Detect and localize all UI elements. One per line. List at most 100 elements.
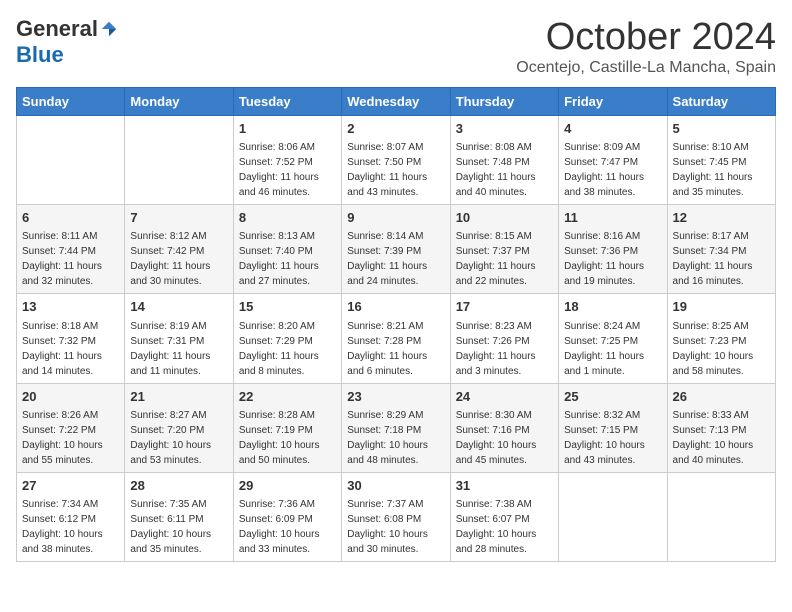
day-number: 1 xyxy=(239,120,336,138)
calendar-cell: 30 Sunrise: 7:37 AM Sunset: 6:08 PM Dayli… xyxy=(342,472,450,561)
day-number: 30 xyxy=(347,477,444,495)
calendar-cell: 28Sunrise: 7:35 AM Sunset: 6:11 PM Dayli… xyxy=(125,472,233,561)
calendar-table: SundayMondayTuesdayWednesdayThursdayFrid… xyxy=(16,87,776,562)
calendar-cell: 18 Sunrise: 8:24 AM Sunset: 7:25 PM Dayli… xyxy=(559,294,667,383)
day-number: 27 xyxy=(22,477,119,495)
weekday-row: SundayMondayTuesdayWednesdayThursdayFrid… xyxy=(17,88,776,116)
week-row-3: 13 Sunrise: 8:18 AM Sunset: 7:32 PM Dayli… xyxy=(17,294,776,383)
calendar-cell xyxy=(17,116,125,205)
day-number: 23 xyxy=(347,388,444,406)
calendar-cell: 9 Sunrise: 8:14 AM Sunset: 7:39 PM Daylig… xyxy=(342,205,450,294)
weekday-header-tuesday: Tuesday xyxy=(233,88,341,116)
day-info: Sunrise: 8:15 AM Sunset: 7:37 PM Dayligh… xyxy=(456,231,539,287)
day-number: 12 xyxy=(673,209,770,227)
day-info: Sunrise: 8:08 AM Sunset: 7:48 PM Dayligh… xyxy=(456,142,539,198)
day-info: Sunrise: 8:20 AM Sunset: 7:29 PM Dayligh… xyxy=(239,321,322,377)
calendar-cell: 5 Sunrise: 8:10 AM Sunset: 7:45 PM Daylig… xyxy=(667,116,775,205)
calendar-cell: 11Sunrise: 8:16 AM Sunset: 7:36 PM Dayli… xyxy=(559,205,667,294)
calendar-cell: 27 Sunrise: 7:34 AM Sunset: 6:12 PM Dayli… xyxy=(17,472,125,561)
day-info: Sunrise: 7:34 AM Sunset: 6:12 PM Dayligh… xyxy=(22,499,105,555)
calendar-cell: 3Sunrise: 8:08 AM Sunset: 7:48 PM Daylig… xyxy=(450,116,558,205)
day-number: 5 xyxy=(673,120,770,138)
calendar-cell xyxy=(667,472,775,561)
weekday-header-friday: Friday xyxy=(559,88,667,116)
weekday-header-monday: Monday xyxy=(125,88,233,116)
calendar-cell: 20Sunrise: 8:26 AM Sunset: 7:22 PM Dayli… xyxy=(17,383,125,472)
calendar-cell: 22 Sunrise: 8:28 AM Sunset: 7:19 PM Dayli… xyxy=(233,383,341,472)
header: General Blue October 2024 Ocentejo, Cast… xyxy=(16,16,776,77)
day-number: 10 xyxy=(456,209,553,227)
day-info: Sunrise: 8:26 AM Sunset: 7:22 PM Dayligh… xyxy=(22,410,105,466)
week-row-1: 1 Sunrise: 8:06 AM Sunset: 7:52 PM Daylig… xyxy=(17,116,776,205)
calendar-cell: 25Sunrise: 8:32 AM Sunset: 7:15 PM Dayli… xyxy=(559,383,667,472)
calendar-cell: 24 Sunrise: 8:30 AM Sunset: 7:16 PM Dayli… xyxy=(450,383,558,472)
logo-general-text: General xyxy=(16,16,98,42)
title-area: October 2024 Ocentejo, Castille-La Manch… xyxy=(516,16,776,77)
day-number: 11 xyxy=(564,209,661,227)
day-number: 16 xyxy=(347,298,444,316)
logo-blue-text: Blue xyxy=(16,42,64,68)
weekday-header-sunday: Sunday xyxy=(17,88,125,116)
calendar-cell: 29 Sunrise: 7:36 AM Sunset: 6:09 PM Dayli… xyxy=(233,472,341,561)
calendar-cell: 19 Sunrise: 8:25 AM Sunset: 7:23 PM Dayli… xyxy=(667,294,775,383)
calendar-cell: 10 Sunrise: 8:15 AM Sunset: 7:37 PM Dayli… xyxy=(450,205,558,294)
weekday-header-wednesday: Wednesday xyxy=(342,88,450,116)
day-info: Sunrise: 8:23 AM Sunset: 7:26 PM Dayligh… xyxy=(456,321,539,377)
day-number: 19 xyxy=(673,298,770,316)
week-row-4: 20Sunrise: 8:26 AM Sunset: 7:22 PM Dayli… xyxy=(17,383,776,472)
calendar-cell: 8 Sunrise: 8:13 AM Sunset: 7:40 PM Daylig… xyxy=(233,205,341,294)
day-info: Sunrise: 8:10 AM Sunset: 7:45 PM Dayligh… xyxy=(673,142,756,198)
logo: General Blue xyxy=(16,16,118,68)
day-number: 9 xyxy=(347,209,444,227)
calendar-cell xyxy=(125,116,233,205)
weekday-header-saturday: Saturday xyxy=(667,88,775,116)
logo-icon xyxy=(100,20,118,38)
day-info: Sunrise: 8:09 AM Sunset: 7:47 PM Dayligh… xyxy=(564,142,647,198)
day-info: Sunrise: 8:24 AM Sunset: 7:25 PM Dayligh… xyxy=(564,321,647,377)
day-info: Sunrise: 7:36 AM Sunset: 6:09 PM Dayligh… xyxy=(239,499,322,555)
calendar-cell: 15Sunrise: 8:20 AM Sunset: 7:29 PM Dayli… xyxy=(233,294,341,383)
calendar-cell: 1 Sunrise: 8:06 AM Sunset: 7:52 PM Daylig… xyxy=(233,116,341,205)
day-info: Sunrise: 8:14 AM Sunset: 7:39 PM Dayligh… xyxy=(347,231,430,287)
day-info: Sunrise: 8:13 AM Sunset: 7:40 PM Dayligh… xyxy=(239,231,322,287)
day-info: Sunrise: 8:30 AM Sunset: 7:16 PM Dayligh… xyxy=(456,410,539,466)
day-info: Sunrise: 8:06 AM Sunset: 7:52 PM Dayligh… xyxy=(239,142,322,198)
day-number: 29 xyxy=(239,477,336,495)
day-number: 25 xyxy=(564,388,661,406)
calendar-cell: 26 Sunrise: 8:33 AM Sunset: 7:13 PM Dayli… xyxy=(667,383,775,472)
calendar-cell: 4 Sunrise: 8:09 AM Sunset: 7:47 PM Daylig… xyxy=(559,116,667,205)
day-info: Sunrise: 8:18 AM Sunset: 7:32 PM Dayligh… xyxy=(22,321,105,377)
calendar-cell: 16Sunrise: 8:21 AM Sunset: 7:28 PM Dayli… xyxy=(342,294,450,383)
weekday-header-thursday: Thursday xyxy=(450,88,558,116)
day-number: 21 xyxy=(130,388,227,406)
day-number: 26 xyxy=(673,388,770,406)
day-number: 31 xyxy=(456,477,553,495)
calendar-cell: 6 Sunrise: 8:11 AM Sunset: 7:44 PM Daylig… xyxy=(17,205,125,294)
day-number: 8 xyxy=(239,209,336,227)
calendar-cell xyxy=(559,472,667,561)
calendar-cell: 12 Sunrise: 8:17 AM Sunset: 7:34 PM Dayli… xyxy=(667,205,775,294)
day-info: Sunrise: 8:17 AM Sunset: 7:34 PM Dayligh… xyxy=(673,231,756,287)
day-info: Sunrise: 8:19 AM Sunset: 7:31 PM Dayligh… xyxy=(130,321,213,377)
day-number: 22 xyxy=(239,388,336,406)
day-info: Sunrise: 8:11 AM Sunset: 7:44 PM Dayligh… xyxy=(22,231,105,287)
day-number: 24 xyxy=(456,388,553,406)
day-info: Sunrise: 7:37 AM Sunset: 6:08 PM Dayligh… xyxy=(347,499,430,555)
calendar-header: SundayMondayTuesdayWednesdayThursdayFrid… xyxy=(17,88,776,116)
calendar-cell: 31Sunrise: 7:38 AM Sunset: 6:07 PM Dayli… xyxy=(450,472,558,561)
calendar-cell: 7Sunrise: 8:12 AM Sunset: 7:42 PM Daylig… xyxy=(125,205,233,294)
day-info: Sunrise: 8:25 AM Sunset: 7:23 PM Dayligh… xyxy=(673,321,756,377)
day-number: 13 xyxy=(22,298,119,316)
calendar-cell: 2Sunrise: 8:07 AM Sunset: 7:50 PM Daylig… xyxy=(342,116,450,205)
day-number: 4 xyxy=(564,120,661,138)
day-number: 17 xyxy=(456,298,553,316)
day-info: Sunrise: 8:33 AM Sunset: 7:13 PM Dayligh… xyxy=(673,410,756,466)
day-info: Sunrise: 8:12 AM Sunset: 7:42 PM Dayligh… xyxy=(130,231,213,287)
location-title: Ocentejo, Castille-La Mancha, Spain xyxy=(516,59,776,77)
day-number: 6 xyxy=(22,209,119,227)
calendar-cell: 17 Sunrise: 8:23 AM Sunset: 7:26 PM Dayli… xyxy=(450,294,558,383)
day-info: Sunrise: 8:28 AM Sunset: 7:19 PM Dayligh… xyxy=(239,410,322,466)
day-number: 2 xyxy=(347,120,444,138)
day-number: 18 xyxy=(564,298,661,316)
calendar-cell: 21Sunrise: 8:27 AM Sunset: 7:20 PM Dayli… xyxy=(125,383,233,472)
